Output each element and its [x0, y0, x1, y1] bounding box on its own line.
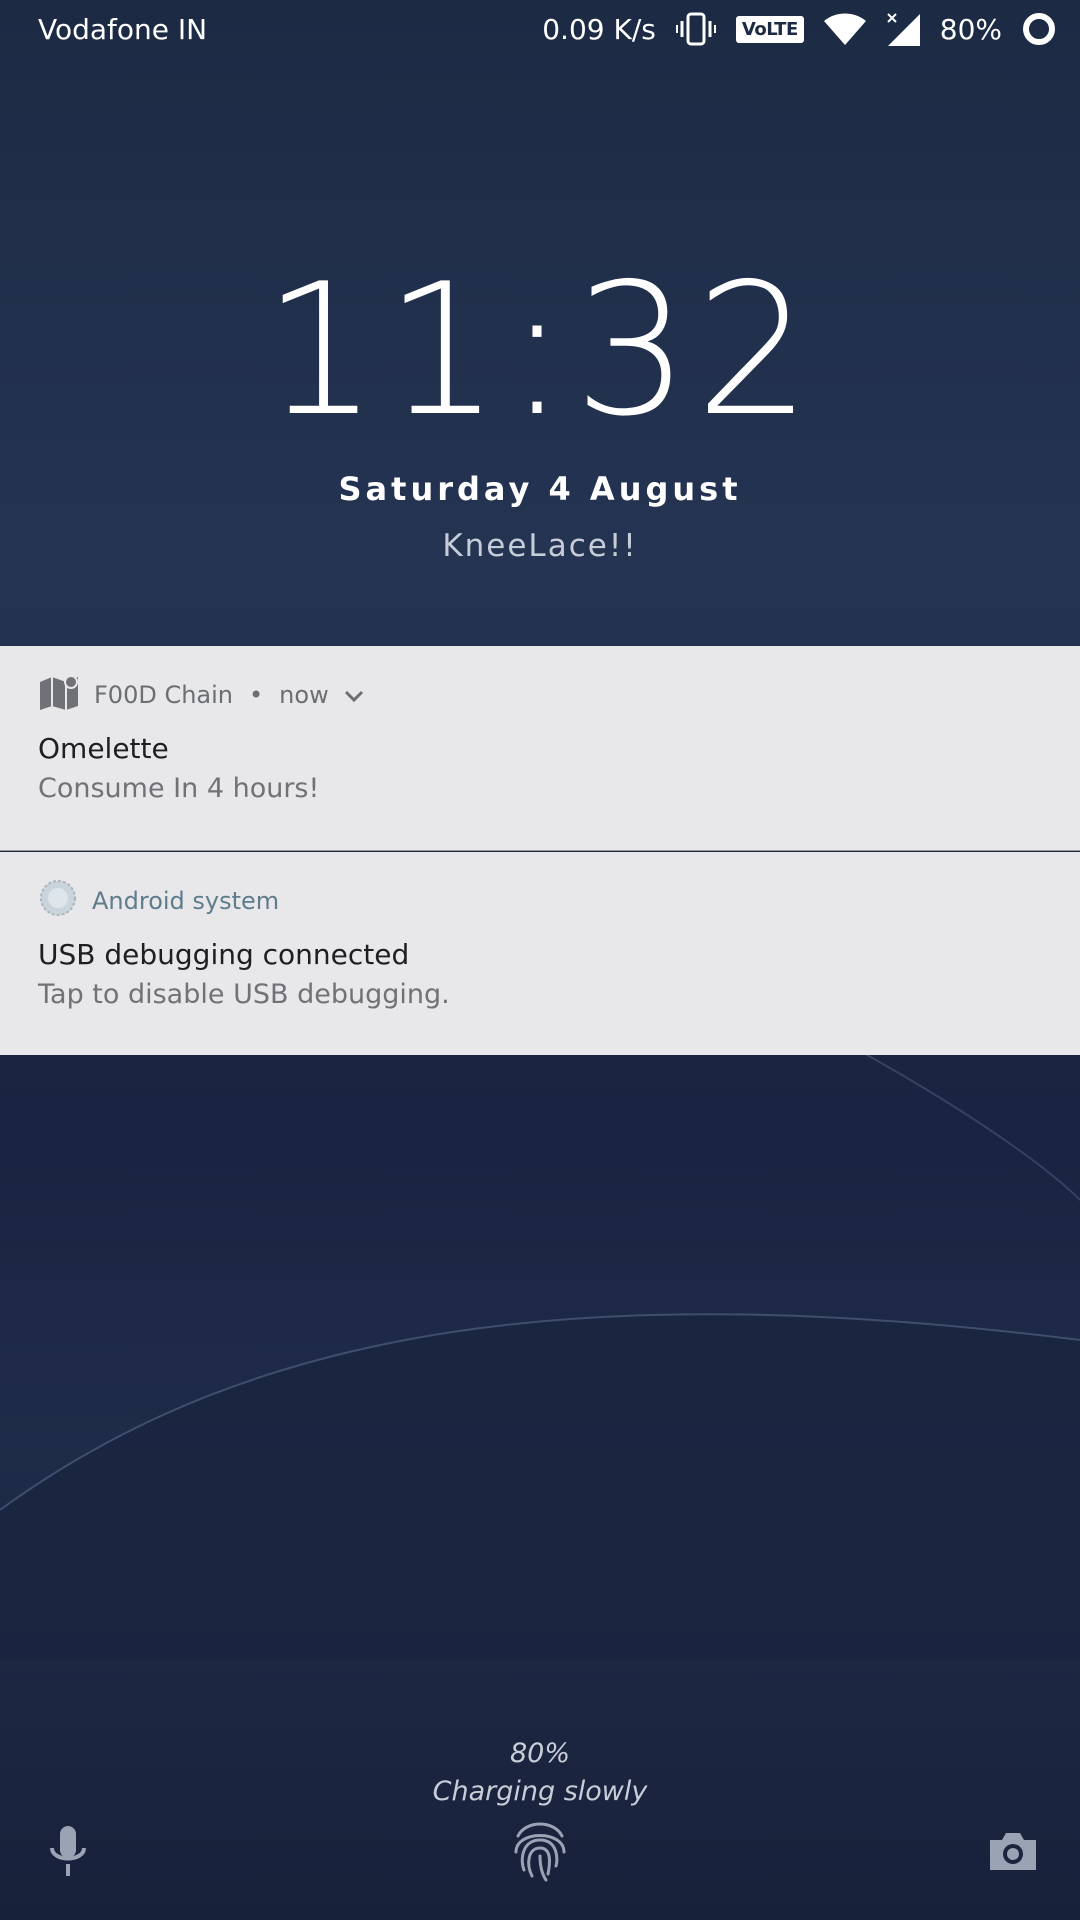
camera-icon[interactable]: [988, 1830, 1038, 1876]
wifi-icon: [823, 13, 866, 45]
status-icons: 0.09 K/s VoLTE 80%: [542, 11, 1056, 47]
map-icon: [38, 674, 80, 716]
charging-status: Charging slowly: [432, 1776, 648, 1807]
notification-time: now: [279, 681, 329, 709]
notification-text: Consume In 4 hours!: [38, 773, 320, 804]
lockscreen-date: Saturday 4 August: [338, 470, 742, 508]
mic-icon[interactable]: [46, 1826, 90, 1882]
header-separator: •: [249, 681, 264, 709]
notification-food-chain[interactable]: F00D Chain • now Omelette Consume In 4 h…: [0, 646, 1080, 851]
signal-icon: [886, 12, 920, 46]
notification-app-name: Android system: [92, 887, 280, 915]
battery-icon: [1022, 12, 1056, 46]
notification-header: Android system: [38, 874, 1042, 928]
battery-level: 80%: [939, 12, 1002, 46]
fingerprint-icon[interactable]: [510, 1816, 570, 1886]
owner-info: KneeLace!!: [442, 528, 638, 564]
volte-icon: VoLTE: [735, 15, 804, 43]
wallpaper-wave: [0, 1040, 1080, 1660]
network-speed: 0.09 K/s: [542, 12, 656, 46]
notification-header: F00D Chain • now: [38, 668, 1042, 722]
notification-app-name: F00D Chain: [94, 681, 234, 709]
carrier-name: Vodafone IN: [38, 12, 208, 46]
battery-percent: 80%: [509, 1738, 570, 1769]
lockscreen-clock: 11:32: [262, 244, 818, 456]
notification-title: USB debugging connected: [38, 938, 410, 971]
notification-usb-debugging[interactable]: Android system USB debugging connected T…: [0, 852, 1080, 1055]
status-bar: Vodafone IN 0.09 K/s VoLTE 80%: [0, 0, 1080, 58]
notification-text: Tap to disable USB debugging.: [38, 979, 450, 1010]
vibrate-icon: [675, 11, 716, 47]
android-system-icon: [38, 878, 78, 924]
notification-title: Omelette: [38, 732, 169, 765]
chevron-down-icon[interactable]: [343, 681, 365, 709]
